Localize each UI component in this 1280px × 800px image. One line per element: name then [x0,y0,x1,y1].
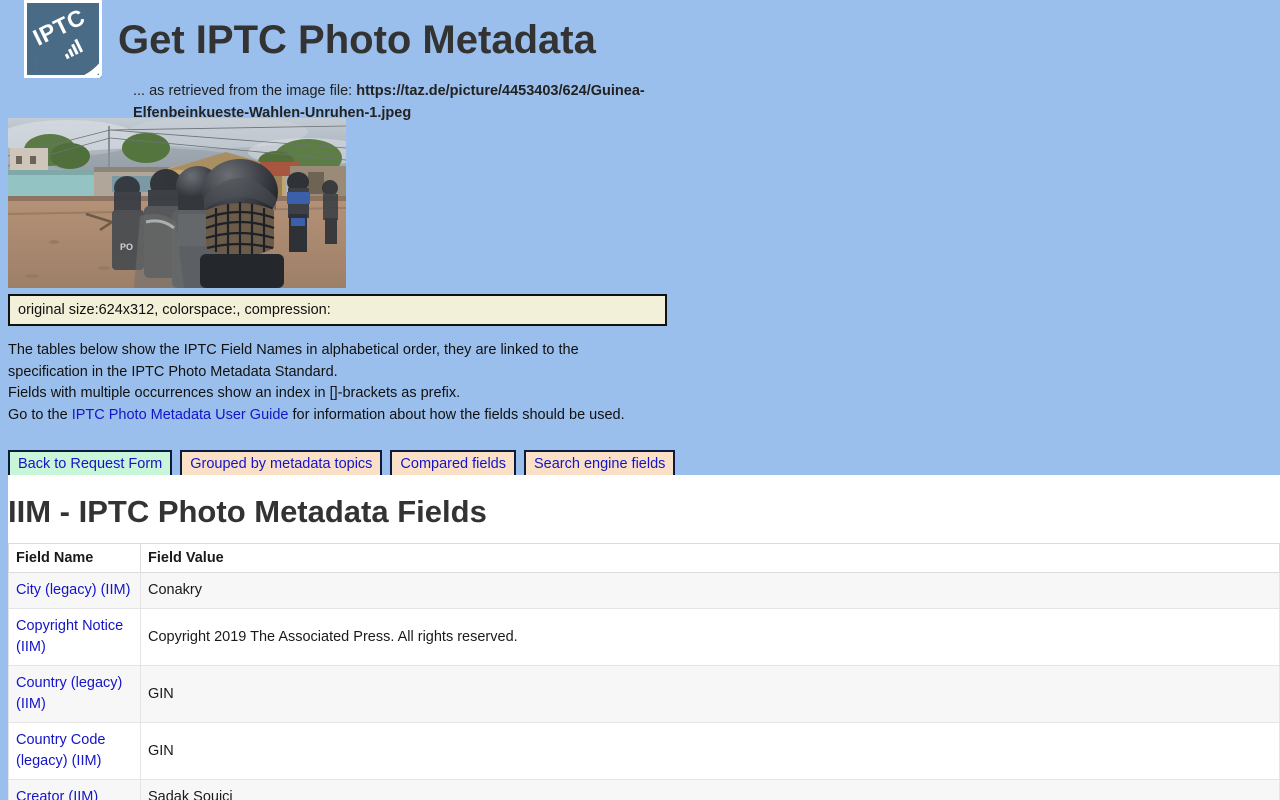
metadata-fields-table: Field Name Field Value City (legacy) (II… [8,543,1280,800]
column-header-field-name: Field Name [8,543,141,573]
explainer-line-2: Fields with multiple occurrences show an… [8,385,461,401]
field-name-cell: Country Code (legacy) (IIM) [8,722,141,780]
section-title: IIM - IPTC Photo Metadata Fields [8,494,487,529]
field-value-cell: Conakry [140,572,1280,609]
svg-text:PO: PO [120,242,133,252]
field-value-cell: GIN [140,665,1280,723]
field-name-link[interactable]: Creator (IIM) [16,789,98,800]
branding: IPTC Get IPTC Photo Metadata [24,0,596,78]
field-name-link[interactable]: City (legacy) (IIM) [16,582,130,598]
table-row: Country (legacy) (IIM) GIN [8,665,1280,723]
table-row: Country Code (legacy) (IIM) GIN [8,722,1280,780]
field-name-link[interactable]: Country Code (legacy) (IIM) [16,732,105,769]
content-area: IIM - IPTC Photo Metadata Fields Field N… [0,475,1280,800]
table-row: Copyright Notice (IIM) Copyright 2019 Th… [8,608,1280,666]
original-size-bar: original size:624x312, colorspace:, comp… [8,294,667,326]
column-header-field-value: Field Value [140,543,1280,573]
iptc-logo-icon: IPTC [24,0,102,78]
field-name-cell: Creator (IIM) [8,779,141,800]
field-name-link[interactable]: Copyright Notice (IIM) [16,618,123,655]
field-name-cell: Country (legacy) (IIM) [8,665,141,723]
explainer-text: The tables below show the IPTC Field Nam… [8,340,648,426]
field-name-cell: Copyright Notice (IIM) [8,608,141,666]
page-title: Get IPTC Photo Metadata [118,18,596,62]
left-blue-gutter [0,0,8,800]
header-band: IPTC Get IPTC Photo Metadata ... as retr… [0,0,1280,479]
table-row: Creator (IIM) Sadak Souici [8,779,1280,800]
photo-image: PO [8,118,346,288]
source-lead-text: ... as retrieved from the image file: [133,83,357,99]
field-value-cell: GIN [140,722,1280,780]
explainer-line-3: Go to the IPTC Photo Metadata User Guide… [8,405,648,427]
field-name-link[interactable]: Country (legacy) (IIM) [16,675,122,712]
explainer-line-1: The tables below show the IPTC Field Nam… [8,342,579,380]
original-size-text: original size:624x312, colorspace:, comp… [18,302,331,318]
explainer-line-3-post: for information about how the fields sho… [288,406,625,423]
photo-thumbnail: PO [8,118,346,288]
page-root: IPTC Get IPTC Photo Metadata ... as retr… [0,0,1280,800]
field-name-cell: City (legacy) (IIM) [8,572,141,609]
explainer-line-3-pre: Go to the [8,406,72,423]
user-guide-link[interactable]: IPTC Photo Metadata User Guide [72,407,289,423]
table-header-row: Field Name Field Value [8,543,1280,573]
field-value-cell: Sadak Souici [140,779,1280,800]
table-row: City (legacy) (IIM) Conakry [8,572,1280,609]
field-value-cell: Copyright 2019 The Associated Press. All… [140,608,1280,666]
table-body: City (legacy) (IIM) Conakry Copyright No… [8,572,1280,800]
